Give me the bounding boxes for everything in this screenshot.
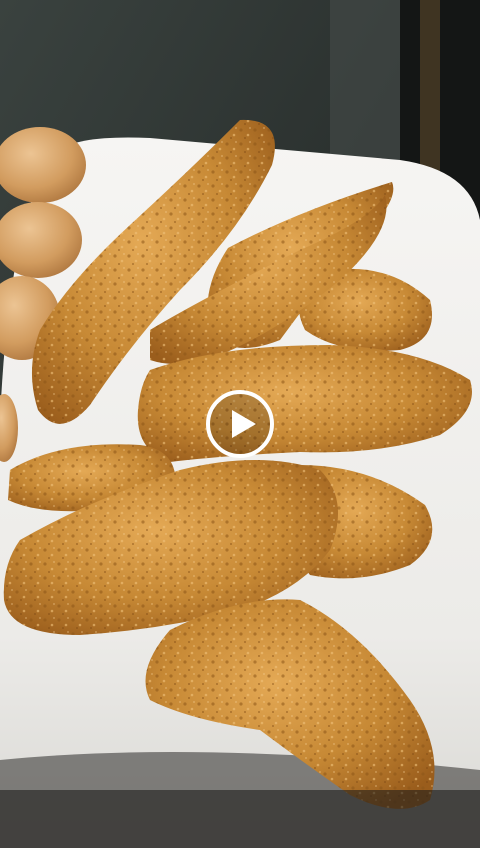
play-button[interactable]	[205, 389, 275, 459]
play-icon	[206, 390, 274, 458]
video-player[interactable]	[0, 0, 480, 848]
